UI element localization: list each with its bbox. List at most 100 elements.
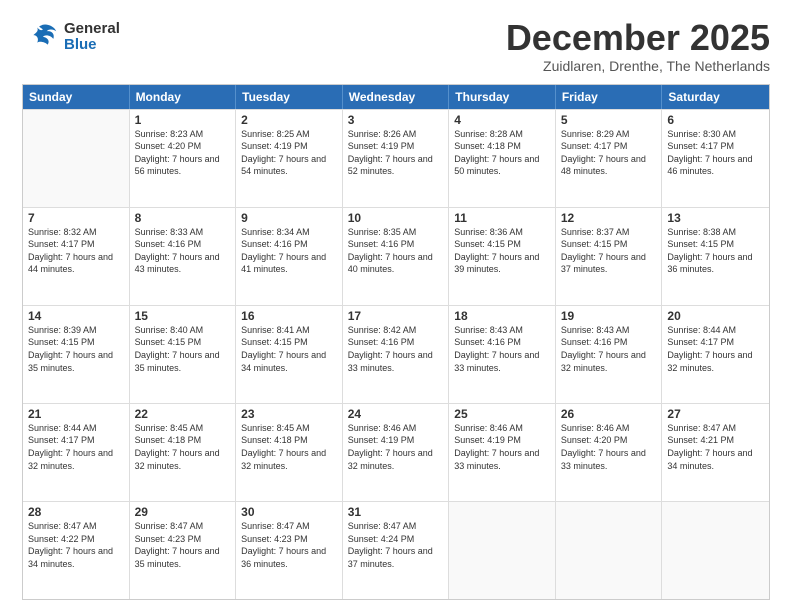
cal-cell-w2-d3: 10Sunrise: 8:35 AM Sunset: 4:16 PM Dayli… bbox=[343, 208, 450, 305]
day-number: 5 bbox=[561, 113, 657, 127]
cal-cell-w3-d0: 14Sunrise: 8:39 AM Sunset: 4:15 PM Dayli… bbox=[23, 306, 130, 403]
day-number: 31 bbox=[348, 505, 444, 519]
day-info: Sunrise: 8:39 AM Sunset: 4:15 PM Dayligh… bbox=[28, 324, 124, 374]
day-number: 19 bbox=[561, 309, 657, 323]
cal-cell-w3-d4: 18Sunrise: 8:43 AM Sunset: 4:16 PM Dayli… bbox=[449, 306, 556, 403]
cal-cell-w4-d3: 24Sunrise: 8:46 AM Sunset: 4:19 PM Dayli… bbox=[343, 404, 450, 501]
day-number: 8 bbox=[135, 211, 231, 225]
day-info: Sunrise: 8:25 AM Sunset: 4:19 PM Dayligh… bbox=[241, 128, 337, 178]
day-number: 29 bbox=[135, 505, 231, 519]
day-info: Sunrise: 8:35 AM Sunset: 4:16 PM Dayligh… bbox=[348, 226, 444, 276]
day-number: 26 bbox=[561, 407, 657, 421]
cal-cell-w3-d3: 17Sunrise: 8:42 AM Sunset: 4:16 PM Dayli… bbox=[343, 306, 450, 403]
day-info: Sunrise: 8:33 AM Sunset: 4:16 PM Dayligh… bbox=[135, 226, 231, 276]
day-number: 20 bbox=[667, 309, 764, 323]
day-info: Sunrise: 8:38 AM Sunset: 4:15 PM Dayligh… bbox=[667, 226, 764, 276]
day-info: Sunrise: 8:28 AM Sunset: 4:18 PM Dayligh… bbox=[454, 128, 550, 178]
header-thursday: Thursday bbox=[449, 85, 556, 109]
title-block: December 2025 Zuidlaren, Drenthe, The Ne… bbox=[506, 18, 770, 74]
day-number: 10 bbox=[348, 211, 444, 225]
day-info: Sunrise: 8:47 AM Sunset: 4:24 PM Dayligh… bbox=[348, 520, 444, 570]
month-title: December 2025 bbox=[506, 18, 770, 58]
cal-cell-w3-d6: 20Sunrise: 8:44 AM Sunset: 4:17 PM Dayli… bbox=[662, 306, 769, 403]
day-number: 16 bbox=[241, 309, 337, 323]
cal-cell-w4-d2: 23Sunrise: 8:45 AM Sunset: 4:18 PM Dayli… bbox=[236, 404, 343, 501]
subtitle: Zuidlaren, Drenthe, The Netherlands bbox=[506, 58, 770, 74]
day-number: 15 bbox=[135, 309, 231, 323]
day-info: Sunrise: 8:40 AM Sunset: 4:15 PM Dayligh… bbox=[135, 324, 231, 374]
week-row-3: 14Sunrise: 8:39 AM Sunset: 4:15 PM Dayli… bbox=[23, 305, 769, 403]
day-info: Sunrise: 8:45 AM Sunset: 4:18 PM Dayligh… bbox=[135, 422, 231, 472]
day-number: 23 bbox=[241, 407, 337, 421]
page: General Blue December 2025 Zuidlaren, Dr… bbox=[0, 0, 792, 612]
cal-cell-w2-d6: 13Sunrise: 8:38 AM Sunset: 4:15 PM Dayli… bbox=[662, 208, 769, 305]
day-number: 28 bbox=[28, 505, 124, 519]
day-info: Sunrise: 8:32 AM Sunset: 4:17 PM Dayligh… bbox=[28, 226, 124, 276]
day-info: Sunrise: 8:47 AM Sunset: 4:21 PM Dayligh… bbox=[667, 422, 764, 472]
day-info: Sunrise: 8:29 AM Sunset: 4:17 PM Dayligh… bbox=[561, 128, 657, 178]
day-info: Sunrise: 8:44 AM Sunset: 4:17 PM Dayligh… bbox=[28, 422, 124, 472]
day-number: 3 bbox=[348, 113, 444, 127]
day-number: 7 bbox=[28, 211, 124, 225]
header-monday: Monday bbox=[130, 85, 237, 109]
cal-cell-w2-d4: 11Sunrise: 8:36 AM Sunset: 4:15 PM Dayli… bbox=[449, 208, 556, 305]
day-info: Sunrise: 8:46 AM Sunset: 4:20 PM Dayligh… bbox=[561, 422, 657, 472]
header-tuesday: Tuesday bbox=[236, 85, 343, 109]
day-number: 2 bbox=[241, 113, 337, 127]
cal-cell-w1-d6: 6Sunrise: 8:30 AM Sunset: 4:17 PM Daylig… bbox=[662, 110, 769, 207]
day-number: 30 bbox=[241, 505, 337, 519]
cal-cell-w1-d0 bbox=[23, 110, 130, 207]
week-row-4: 21Sunrise: 8:44 AM Sunset: 4:17 PM Dayli… bbox=[23, 403, 769, 501]
cal-cell-w4-d0: 21Sunrise: 8:44 AM Sunset: 4:17 PM Dayli… bbox=[23, 404, 130, 501]
day-info: Sunrise: 8:43 AM Sunset: 4:16 PM Dayligh… bbox=[454, 324, 550, 374]
header-wednesday: Wednesday bbox=[343, 85, 450, 109]
header: General Blue December 2025 Zuidlaren, Dr… bbox=[22, 18, 770, 74]
logo-general-text: General bbox=[64, 21, 120, 38]
cal-cell-w2-d0: 7Sunrise: 8:32 AM Sunset: 4:17 PM Daylig… bbox=[23, 208, 130, 305]
day-number: 27 bbox=[667, 407, 764, 421]
day-number: 14 bbox=[28, 309, 124, 323]
header-friday: Friday bbox=[556, 85, 663, 109]
day-number: 18 bbox=[454, 309, 550, 323]
cal-cell-w1-d4: 4Sunrise: 8:28 AM Sunset: 4:18 PM Daylig… bbox=[449, 110, 556, 207]
cal-cell-w2-d2: 9Sunrise: 8:34 AM Sunset: 4:16 PM Daylig… bbox=[236, 208, 343, 305]
day-info: Sunrise: 8:44 AM Sunset: 4:17 PM Dayligh… bbox=[667, 324, 764, 374]
logo-blue-text: Blue bbox=[64, 37, 120, 54]
week-row-2: 7Sunrise: 8:32 AM Sunset: 4:17 PM Daylig… bbox=[23, 207, 769, 305]
day-number: 24 bbox=[348, 407, 444, 421]
week-row-1: 1Sunrise: 8:23 AM Sunset: 4:20 PM Daylig… bbox=[23, 109, 769, 207]
cal-cell-w5-d4 bbox=[449, 502, 556, 599]
header-sunday: Sunday bbox=[23, 85, 130, 109]
cal-cell-w1-d1: 1Sunrise: 8:23 AM Sunset: 4:20 PM Daylig… bbox=[130, 110, 237, 207]
day-number: 21 bbox=[28, 407, 124, 421]
day-info: Sunrise: 8:47 AM Sunset: 4:22 PM Dayligh… bbox=[28, 520, 124, 570]
cal-cell-w5-d3: 31Sunrise: 8:47 AM Sunset: 4:24 PM Dayli… bbox=[343, 502, 450, 599]
day-info: Sunrise: 8:23 AM Sunset: 4:20 PM Dayligh… bbox=[135, 128, 231, 178]
day-info: Sunrise: 8:43 AM Sunset: 4:16 PM Dayligh… bbox=[561, 324, 657, 374]
day-info: Sunrise: 8:46 AM Sunset: 4:19 PM Dayligh… bbox=[454, 422, 550, 472]
day-info: Sunrise: 8:37 AM Sunset: 4:15 PM Dayligh… bbox=[561, 226, 657, 276]
day-number: 1 bbox=[135, 113, 231, 127]
cal-cell-w4-d1: 22Sunrise: 8:45 AM Sunset: 4:18 PM Dayli… bbox=[130, 404, 237, 501]
calendar-body: 1Sunrise: 8:23 AM Sunset: 4:20 PM Daylig… bbox=[23, 109, 769, 599]
cal-cell-w1-d3: 3Sunrise: 8:26 AM Sunset: 4:19 PM Daylig… bbox=[343, 110, 450, 207]
cal-cell-w3-d1: 15Sunrise: 8:40 AM Sunset: 4:15 PM Dayli… bbox=[130, 306, 237, 403]
cal-cell-w5-d1: 29Sunrise: 8:47 AM Sunset: 4:23 PM Dayli… bbox=[130, 502, 237, 599]
day-number: 11 bbox=[454, 211, 550, 225]
week-row-5: 28Sunrise: 8:47 AM Sunset: 4:22 PM Dayli… bbox=[23, 501, 769, 599]
day-info: Sunrise: 8:42 AM Sunset: 4:16 PM Dayligh… bbox=[348, 324, 444, 374]
day-info: Sunrise: 8:47 AM Sunset: 4:23 PM Dayligh… bbox=[135, 520, 231, 570]
day-info: Sunrise: 8:41 AM Sunset: 4:15 PM Dayligh… bbox=[241, 324, 337, 374]
day-number: 12 bbox=[561, 211, 657, 225]
cal-cell-w4-d4: 25Sunrise: 8:46 AM Sunset: 4:19 PM Dayli… bbox=[449, 404, 556, 501]
header-saturday: Saturday bbox=[662, 85, 769, 109]
calendar-header: Sunday Monday Tuesday Wednesday Thursday… bbox=[23, 85, 769, 109]
cal-cell-w3-d5: 19Sunrise: 8:43 AM Sunset: 4:16 PM Dayli… bbox=[556, 306, 663, 403]
logo: General Blue bbox=[22, 18, 120, 56]
cal-cell-w1-d5: 5Sunrise: 8:29 AM Sunset: 4:17 PM Daylig… bbox=[556, 110, 663, 207]
day-number: 4 bbox=[454, 113, 550, 127]
cal-cell-w4-d6: 27Sunrise: 8:47 AM Sunset: 4:21 PM Dayli… bbox=[662, 404, 769, 501]
day-info: Sunrise: 8:47 AM Sunset: 4:23 PM Dayligh… bbox=[241, 520, 337, 570]
day-info: Sunrise: 8:34 AM Sunset: 4:16 PM Dayligh… bbox=[241, 226, 337, 276]
cal-cell-w2-d1: 8Sunrise: 8:33 AM Sunset: 4:16 PM Daylig… bbox=[130, 208, 237, 305]
